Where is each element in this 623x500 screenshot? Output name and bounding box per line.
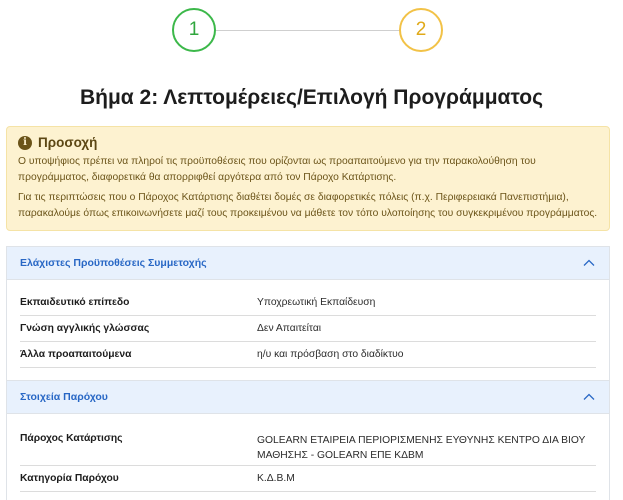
- other-prerequisites-label: Άλλα προαπαιτούμενα: [20, 349, 132, 360]
- step-2-indicator: 2: [399, 8, 443, 52]
- stepper: 1 2: [0, 8, 623, 54]
- provider-panel-title: Στοιχεία Παρόχου: [20, 391, 108, 403]
- training-provider-value: GOLEARN ΕΤΑΙΡΕΙΑ ΠΕΡΙΟΡΙΣΜΕΝΗΣ ΕΥΘΥΝΗΣ Κ…: [257, 435, 586, 461]
- other-prerequisites-value: η/υ και πρόσβαση στο διαδίκτυο: [257, 349, 404, 360]
- chevron-up-icon[interactable]: [582, 390, 596, 404]
- table-row: Άλλα προαπαιτούμενα η/υ και πρόσβαση στο…: [20, 342, 596, 368]
- requirements-panel-header[interactable]: Ελάχιστες Προϋποθέσεις Συμμετοχής: [7, 247, 609, 280]
- alert-paragraph-1: Ο υποψήφιος πρέπει να πληροί τις προϋποθ…: [18, 156, 536, 183]
- requirements-panel-title: Ελάχιστες Προϋποθέσεις Συμμετοχής: [20, 257, 207, 269]
- provider-panel: Στοιχεία Παρόχου Πάροχος Κατάρτισης GOLE…: [6, 380, 610, 500]
- warning-alert: i Προσοχή Ο υποψήφιος πρέπει να πληροί τ…: [6, 126, 610, 231]
- provider-panel-header[interactable]: Στοιχεία Παρόχου: [7, 381, 609, 414]
- english-knowledge-value: Δεν Απαιτείται: [257, 323, 322, 334]
- alert-paragraph-2: Για τις περιπτώσεις που ο Πάροχος Κατάρτ…: [18, 192, 598, 219]
- provider-category-value: Κ.Δ.Β.Μ: [257, 473, 295, 484]
- table-row: Κατηγορία Παρόχου Κ.Δ.Β.Μ: [20, 466, 596, 492]
- chevron-up-icon[interactable]: [582, 256, 596, 270]
- table-row: Εκπαιδευτικό επίπεδο Υποχρεωτική Εκπαίδε…: [20, 290, 596, 316]
- education-level-value: Υποχρεωτική Εκπαίδευση: [257, 297, 376, 308]
- table-row: Πάροχος Κατάρτισης GOLEARN ΕΤΑΙΡΕΙΑ ΠΕΡΙ…: [20, 424, 596, 466]
- info-icon: i: [18, 135, 32, 150]
- training-provider-label: Πάροχος Κατάρτισης: [20, 433, 123, 444]
- alert-title: Προσοχή: [38, 135, 98, 150]
- english-knowledge-label: Γνώση αγγλικής γλώσσας: [20, 323, 150, 334]
- table-row: Γνώση αγγλικής γλώσσας Δεν Απαιτείται: [20, 316, 596, 342]
- alert-header: i Προσοχή: [18, 135, 598, 150]
- stepper-connector: [216, 30, 401, 31]
- education-level-label: Εκπαιδευτικό επίπεδο: [20, 297, 130, 308]
- page-title: Βήμα 2: Λεπτομέρειες/Επιλογή Προγράμματο…: [79, 86, 544, 109]
- requirements-panel: Ελάχιστες Προϋποθέσεις Συμμετοχής Εκπαιδ…: [6, 246, 610, 381]
- step-1-indicator[interactable]: 1: [172, 8, 216, 52]
- provider-category-label: Κατηγορία Παρόχου: [20, 473, 119, 484]
